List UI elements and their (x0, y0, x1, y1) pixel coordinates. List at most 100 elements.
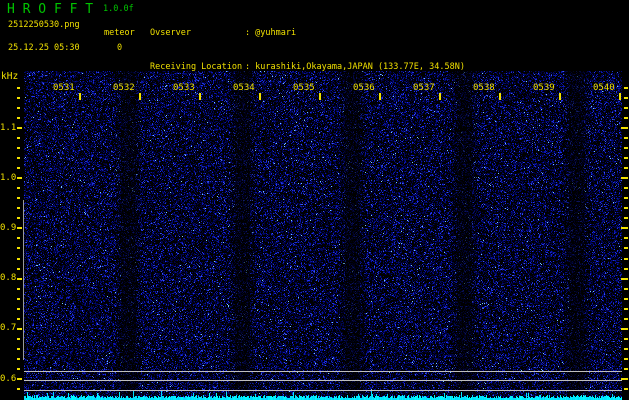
y-axis-minor-tick-right (624, 388, 628, 391)
y-axis-minor-tick (17, 337, 20, 340)
y-axis-minor-tick (17, 287, 20, 290)
y-axis-label: 0.6 (0, 373, 17, 384)
y-axis-minor-tick-right (624, 106, 628, 109)
y-axis-label: 0.8 (0, 273, 17, 284)
y-axis-major-tick (17, 378, 22, 380)
x-axis-time-label: 0533 (173, 83, 195, 93)
y-axis-minor-tick (17, 367, 20, 370)
calibration-line (24, 371, 622, 372)
y-axis-minor-tick-right (624, 337, 628, 340)
y-axis-minor-tick (17, 307, 20, 310)
y-axis-minor-tick-right (624, 247, 628, 250)
y-axis-label: 0.9 (0, 222, 17, 233)
y-axis-major-tick-right (621, 277, 628, 280)
y-axis-minor-tick-right (624, 317, 628, 320)
y-axis-minor-tick-right (624, 307, 628, 310)
x-axis-tick (379, 93, 381, 100)
x-axis-tick (319, 93, 321, 100)
calibration-line (24, 390, 622, 391)
x-axis-time-label: 0535 (293, 83, 315, 93)
y-axis-label: 0.7 (0, 323, 17, 334)
y-axis-minor-tick-right (624, 116, 628, 119)
y-axis-minor-tick (17, 116, 20, 119)
meteor-count-value: 0 (117, 43, 123, 53)
x-axis-time-label: 0539 (533, 83, 555, 93)
y-axis-unit-label: kHz (1, 71, 19, 82)
y-axis-label: 1.0 (0, 172, 17, 183)
app-title: H R O F F T (7, 2, 94, 17)
y-axis-minor-tick-right (624, 167, 628, 170)
y-axis-minor-tick (17, 137, 20, 140)
y-axis-minor-tick (17, 357, 20, 360)
y-axis-minor-tick (17, 347, 20, 350)
y-axis-minor-tick-right (624, 297, 628, 300)
output-filename: 2512250530.png (8, 20, 80, 30)
y-axis-major-tick (17, 277, 22, 280)
y-axis-minor-tick (17, 247, 20, 250)
y-axis-minor-tick (17, 388, 20, 391)
y-axis-minor-tick (17, 167, 20, 170)
app-version: 1.0.0f (103, 4, 134, 14)
y-axis-minor-tick-right (624, 287, 628, 290)
signal-level-trace (24, 390, 622, 400)
y-axis-major-tick (17, 227, 22, 230)
y-axis-major-tick (17, 127, 22, 129)
y-axis-minor-tick-right (624, 207, 628, 210)
info-value: @yuhmari (255, 27, 297, 38)
spectrogram-noise-field (24, 71, 622, 400)
y-axis-minor-tick-right (624, 157, 628, 160)
observation-datetime: 25.12.25 05:30 (8, 43, 80, 53)
x-axis-tick (139, 93, 141, 100)
x-axis-time-label: 0534 (233, 83, 255, 93)
y-axis-minor-tick-right (624, 197, 628, 200)
x-axis-tick (619, 93, 621, 100)
y-axis-minor-tick-right (624, 347, 628, 350)
y-axis-label: 1.1 (0, 122, 17, 133)
x-axis-time-label: 0538 (473, 83, 495, 93)
y-axis-major-tick-right (621, 378, 628, 380)
y-axis-minor-tick (17, 96, 20, 99)
y-axis-minor-tick-right (624, 86, 628, 89)
x-axis-time-label: 0536 (353, 83, 375, 93)
y-axis-minor-tick (17, 257, 20, 260)
y-axis-minor-tick (17, 217, 20, 220)
y-axis-minor-tick-right (624, 267, 628, 270)
y-axis-minor-tick-right (624, 237, 628, 240)
y-axis-major-tick-right (621, 177, 628, 180)
left-edge-artifact-line (23, 200, 24, 360)
x-axis-tick (499, 93, 501, 100)
x-axis-tick (259, 93, 261, 100)
y-axis-minor-tick (17, 157, 20, 160)
y-axis-minor-tick-right (624, 147, 628, 150)
x-axis-tick (439, 93, 441, 100)
y-axis-minor-tick (17, 237, 20, 240)
y-axis-major-tick-right (621, 327, 628, 330)
y-axis-minor-tick-right (624, 187, 628, 190)
y-axis-minor-tick (17, 297, 20, 300)
y-axis-minor-tick (17, 106, 20, 109)
calibration-line (24, 380, 622, 381)
y-axis-minor-tick (17, 197, 20, 200)
y-axis-major-tick-right (621, 127, 628, 129)
y-axis-minor-tick (17, 267, 20, 270)
y-axis-major-tick (17, 177, 22, 180)
hrofft-window: H R O F F T 1.0.0f 2512250530.png meteor… (0, 0, 629, 400)
x-axis-tick (79, 93, 81, 100)
info-label: Ovserver (150, 27, 191, 38)
y-axis-minor-tick-right (624, 257, 628, 260)
y-axis-minor-tick (17, 86, 20, 89)
y-axis-minor-tick-right (624, 137, 628, 140)
x-axis-time-label: 0531 (53, 83, 75, 93)
y-axis-minor-tick (17, 187, 20, 190)
x-axis-tick (199, 93, 201, 100)
x-axis-tick (559, 93, 561, 100)
y-axis-minor-tick-right (624, 96, 628, 99)
x-axis-time-label: 0540 (593, 83, 615, 93)
y-axis-minor-tick (17, 147, 20, 150)
x-axis-time-label: 0537 (413, 83, 435, 93)
info-row-observer: Ovserver: @yuhmari (150, 28, 465, 39)
y-axis-minor-tick (17, 207, 20, 210)
y-axis-major-tick (17, 327, 22, 330)
x-axis-time-label: 0532 (113, 83, 135, 93)
meteor-count-label: meteor (104, 28, 135, 38)
